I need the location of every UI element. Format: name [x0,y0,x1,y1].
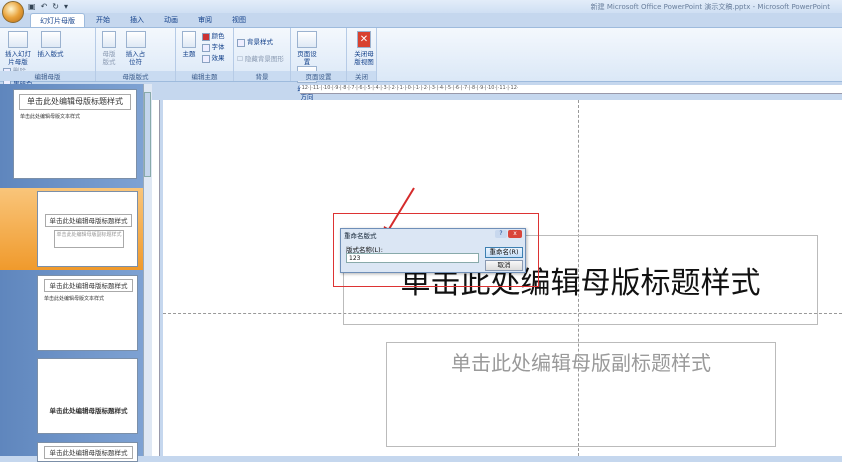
close-master-view-button[interactable]: ✕ 关闭母版视图 [352,31,376,66]
theme-button[interactable]: 主题 [181,31,197,58]
master-layout-button[interactable]: 母版版式 [101,31,117,66]
group-label: 页面设置 [291,71,346,81]
placeholder-icon [125,31,146,48]
thumbnail-title: 单击此处编辑母版标题样式 [44,279,133,292]
group-label: 编辑母版 [0,71,95,81]
group-background: 背景样式 ☐ 隐藏背景图形 背景 [234,28,291,81]
group-label: 编辑主题 [176,71,233,81]
thumbnail-layout-section[interactable]: 单击此处编辑母版标题样式 [37,358,138,434]
group-page-setup: 页面设置 幻灯片方向 页面设置 [291,28,347,101]
scrollbar-thumb[interactable] [144,92,151,177]
fonts-button[interactable]: 字体 [201,42,225,53]
insert-master-icon [8,31,28,48]
colors-button[interactable]: 颜色 [201,31,225,42]
page-setup-icon [297,31,317,48]
insert-layout-button[interactable]: 插入版式 [38,31,64,58]
vertical-ruler [152,100,160,456]
insert-master-button[interactable]: 插入幻灯片母版 [5,31,31,66]
window-title: 新建 Microsoft Office PowerPoint 演示文稿.pptx… [590,3,830,11]
thumbnail-layout-5[interactable]: 单击此处编辑母版标题样式 [37,442,138,462]
thumbnail-title: 单击此处编辑母版标题样式 [49,407,128,415]
thumbnail-title: 单击此处编辑母版标题样式 [19,94,131,110]
thumbnail-title: 单击此处编辑母版标题样式 [44,446,133,459]
cancel-button[interactable]: 取消 [485,260,523,271]
thumbnail-layout-title[interactable]: 单击此处编辑母版标题样式 单击此处编辑母版副标题样式 [37,191,138,267]
tab-slide-master[interactable]: 幻灯片母版 [30,13,85,27]
effects-icon [201,54,210,63]
rename-button[interactable]: 重命名(R) [485,247,523,258]
office-button[interactable] [2,1,24,23]
thumbnail-body: 单击此处编辑母版副标题样式 [54,230,124,248]
group-edit-theme: 主题 颜色 字体 效果 编辑主题 [176,28,234,81]
subtitle-text: 单击此处编辑母版副标题样式 [451,351,711,375]
effects-button[interactable]: 效果 [201,53,225,64]
background-styles-button[interactable]: 背景样式 [237,37,287,48]
title-bar: ▣ ↶ ↻ ▾ 新建 Microsoft Office PowerPoint 演示文稿… [0,0,842,13]
ribbon: 插入幻灯片母版 插入版式 删除 重命名 保留 编辑母版 母版版式 插入占位符 ☑… [0,27,842,101]
theme-icon [182,31,196,48]
fonts-icon [201,43,210,52]
tab-view[interactable]: 视图 [223,13,255,27]
master-layout-icon [102,31,116,48]
thumbnail-slide-master[interactable]: 单击此处编辑母版标题样式 单击此处编辑母版文本样式 [13,89,137,179]
background-styles-icon [237,38,245,47]
thumbnail-body: 单击此处编辑母版文本样式 [44,296,105,302]
group-close: ✕ 关闭母版视图 关闭 [347,28,377,81]
close-button[interactable]: x [508,230,522,238]
hide-background-graphics-checkbox[interactable]: ☐ 隐藏背景图形 [237,54,287,65]
group-master-layout: 母版版式 插入占位符 ☑标题 ☑页脚 母版版式 [96,28,176,96]
horizontal-ruler: ·12·|·11·|·10·|·9·|·8·|·7·|·6·|·5·|·4·|·… [300,85,842,94]
dialog-title: 重命名版式 [344,232,377,240]
tab-insert[interactable]: 插入 [121,13,153,27]
insert-placeholder-button[interactable]: 插入占位符 [124,31,148,66]
tab-review[interactable]: 审阅 [189,13,221,27]
close-icon: ✕ [357,31,371,48]
colors-icon [201,32,210,41]
page-setup-button[interactable]: 页面设置 [296,31,318,66]
tab-animation[interactable]: 动画 [155,13,187,27]
help-button[interactable]: ? [495,230,507,238]
group-label: 母版版式 [96,71,175,81]
thumbnail-title: 单击此处编辑母版标题样式 [45,214,132,227]
group-label: 关闭 [347,71,376,81]
tab-home[interactable]: 开始 [87,13,119,27]
rename-layout-dialog: 重命名版式 ? x 版式名称(L): 重命名(R) 取消 [340,228,526,273]
thumbnail-layout-content[interactable]: 单击此处编辑母版标题样式 单击此处编辑母版文本样式 [37,275,138,351]
thumbnail-body: 单击此处编辑母版文本样式 [20,114,81,120]
subtitle-placeholder[interactable]: 单击此处编辑母版副标题样式 [386,342,776,447]
group-edit-master: 插入幻灯片母版 插入版式 删除 重命名 保留 编辑母版 [0,28,96,98]
insert-layout-icon [40,31,61,48]
group-label: 背景 [234,71,290,81]
ribbon-tabs: 幻灯片母版 开始 插入 动画 审阅 视图 [30,13,255,27]
layout-name-input[interactable] [346,253,479,263]
